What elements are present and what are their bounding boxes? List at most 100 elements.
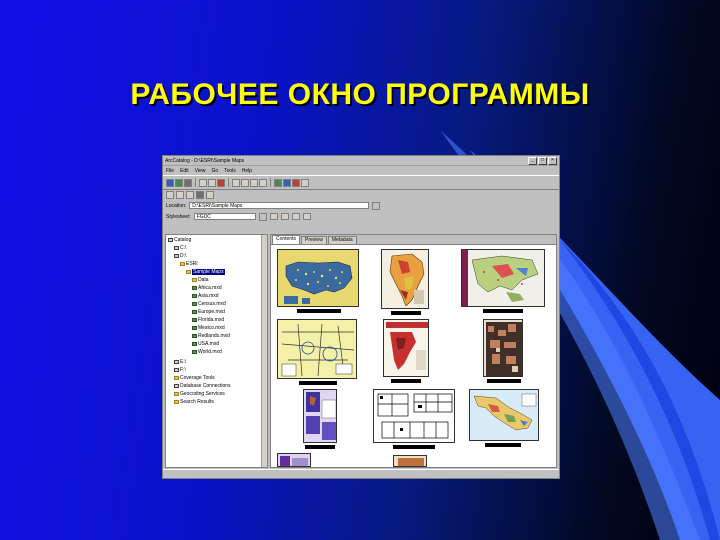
stylesheet-row: Stylesheet: FGDC	[163, 211, 559, 222]
minimize-button[interactable]: _	[528, 156, 537, 165]
window-titlebar[interactable]: ArcCatalog - D:\ESRI\Sample Maps _ □ ×	[163, 156, 559, 166]
stop-icon[interactable]	[292, 178, 300, 187]
map-document-icon	[192, 286, 197, 290]
thumbnail-caption	[485, 443, 521, 447]
folder-icon	[192, 278, 197, 282]
contents-pane: Contents Preview Metadata	[270, 234, 557, 468]
tree-item[interactable]: World.mxd	[192, 349, 222, 355]
thumbnail-caption	[487, 379, 521, 383]
search-icon	[174, 400, 179, 404]
tree-item[interactable]: Search Results	[174, 399, 214, 405]
slide-title: РАБОЧЕЕ ОКНО ПРОГРАММЫ	[130, 78, 590, 111]
stylesheet-label: Stylesheet:	[166, 213, 191, 220]
partial-map-image	[277, 453, 311, 467]
thumbnail-caption	[297, 309, 341, 313]
connect-folder-icon[interactable]	[175, 178, 183, 187]
tree-item[interactable]: Mexico.mxd	[192, 325, 225, 331]
drive-icon	[174, 368, 179, 372]
tree-item[interactable]: Database Connections	[174, 383, 231, 389]
tree-scrollbar[interactable]	[261, 235, 267, 467]
tab-metadata[interactable]: Metadata	[327, 236, 357, 244]
map-document-icon	[192, 326, 197, 330]
paste-icon[interactable]	[208, 178, 216, 187]
zoom-out-icon[interactable]	[176, 191, 184, 199]
map-document-icon	[192, 318, 197, 322]
tree-item[interactable]: Europe.mxd	[192, 309, 225, 315]
tree-item[interactable]: C:\	[174, 245, 186, 251]
delete-icon[interactable]	[217, 178, 225, 187]
stylesheet-select[interactable]: FGDC	[193, 213, 256, 220]
geography-toolbar	[163, 190, 559, 200]
menu-tools[interactable]: Tools	[224, 168, 236, 174]
tree-item[interactable]: Africa.mxd	[192, 285, 222, 291]
whats-this-icon[interactable]	[301, 178, 309, 187]
status-bar	[163, 469, 559, 478]
geocoding-icon	[174, 392, 179, 396]
thumbnail-caption	[483, 309, 523, 313]
location-input[interactable]: D:\ESRI\Sample Maps	[189, 202, 370, 209]
arctoolbox-icon[interactable]	[283, 178, 291, 187]
menu-file[interactable]: File	[166, 168, 174, 174]
export-metadata-icon[interactable]	[291, 213, 300, 220]
edit-metadata-icon[interactable]	[269, 213, 278, 220]
tree-item[interactable]: ESRI	[180, 261, 198, 267]
tree-item[interactable]: USA.mxd	[192, 341, 219, 347]
tree-item[interactable]: F:\	[174, 367, 186, 373]
florida-map-image	[383, 319, 429, 377]
menu-bar: File Edit View Go Tools Help	[163, 166, 559, 175]
properties-icon[interactable]	[280, 213, 289, 220]
drive-icon	[174, 254, 179, 258]
toolbar-divider	[195, 178, 196, 187]
disconnect-folder-icon[interactable]	[184, 178, 192, 187]
up-one-level-icon[interactable]	[166, 178, 174, 187]
main-panes: Catalog C:\ D:\ ESRI Sample Maps Data Af…	[165, 234, 557, 468]
import-metadata-icon[interactable]	[302, 213, 311, 220]
thumbnail-caption	[305, 445, 335, 449]
copy-icon[interactable]	[199, 178, 207, 187]
catalog-icon	[168, 238, 173, 242]
tree-item[interactable]: Florida.mxd	[192, 317, 224, 323]
folder-icon	[186, 270, 191, 274]
menu-help[interactable]: Help	[242, 168, 252, 174]
tree-item[interactable]: Catalog	[168, 237, 191, 243]
asia-map-image	[461, 249, 545, 307]
tab-preview[interactable]: Preview	[301, 236, 327, 244]
toolbox-icon	[174, 376, 179, 380]
drive-icon	[174, 360, 179, 364]
tree-item[interactable]: Geocoding Services	[174, 391, 225, 397]
transport-map-image	[277, 319, 357, 379]
tree-item[interactable]: Asia.mxd	[192, 293, 219, 299]
zoom-in-icon[interactable]	[166, 191, 174, 199]
map-document-icon	[192, 310, 197, 314]
large-icons-icon[interactable]	[232, 178, 240, 187]
window-title: ArcCatalog - D:\ESRI\Sample Maps	[165, 157, 245, 164]
tree-item[interactable]: Data	[192, 277, 209, 283]
menu-go[interactable]: Go	[211, 168, 218, 174]
tab-contents[interactable]: Contents	[272, 235, 301, 244]
close-button[interactable]: ×	[548, 156, 557, 165]
menu-edit[interactable]: Edit	[180, 168, 189, 174]
list-icon[interactable]	[241, 178, 249, 187]
toolbar-divider	[270, 178, 271, 187]
location-dropdown-icon[interactable]	[372, 201, 381, 210]
launch-arcmap-icon[interactable]	[274, 178, 282, 187]
tree-item[interactable]: Coverage Tools	[174, 375, 215, 381]
tree-item[interactable]: D:\	[174, 253, 186, 259]
usa-map-image	[277, 249, 359, 307]
tree-item[interactable]: Census.mxd	[192, 301, 226, 307]
tree-item-selected[interactable]: Sample Maps	[186, 269, 225, 275]
details-icon[interactable]	[250, 178, 258, 187]
maximize-button[interactable]: □	[538, 156, 547, 165]
full-extent-icon[interactable]	[196, 191, 204, 199]
pan-icon[interactable]	[186, 191, 194, 199]
map-document-icon	[192, 334, 197, 338]
menu-view[interactable]: View	[195, 168, 206, 174]
tree-item[interactable]: Redlands.mxd	[192, 333, 230, 339]
location-label: Location:	[166, 202, 187, 209]
stylesheet-dropdown-icon[interactable]	[258, 212, 267, 221]
thumbnail-caption	[299, 381, 337, 385]
thumbnails-icon[interactable]	[259, 178, 267, 187]
floorplan-map-image	[373, 389, 455, 443]
tree-item[interactable]: E:\	[174, 359, 186, 365]
identify-icon[interactable]	[206, 191, 214, 199]
